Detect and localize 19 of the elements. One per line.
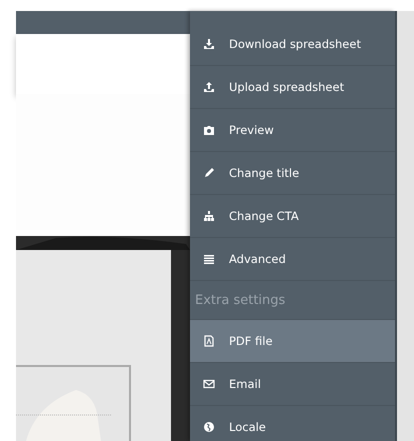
menu-item[interactable]: Change CTA	[190, 195, 395, 238]
camera-icon	[203, 124, 215, 136]
menu-item[interactable]: Preview	[190, 109, 395, 152]
download-icon	[203, 38, 215, 50]
pencil-icon	[203, 167, 215, 179]
menu-item[interactable]: PDF file	[190, 320, 395, 363]
menu-item[interactable]: Upload spreadsheet	[190, 66, 395, 109]
pdf-icon	[203, 335, 215, 347]
list-icon	[203, 253, 215, 265]
menu-item[interactable]: Advanced	[190, 238, 395, 281]
scrollbar[interactable]	[395, 11, 414, 441]
menu-item[interactable]: Download spreadsheet	[190, 23, 395, 66]
envelope-icon	[203, 378, 215, 390]
menu-item[interactable]: Locale	[190, 406, 395, 441]
menu-item[interactable]: Change title	[190, 152, 395, 195]
sitemap-icon	[203, 210, 215, 222]
upload-icon	[203, 81, 215, 93]
menu-item[interactable]: Email	[190, 363, 395, 406]
globe-icon	[203, 421, 215, 433]
